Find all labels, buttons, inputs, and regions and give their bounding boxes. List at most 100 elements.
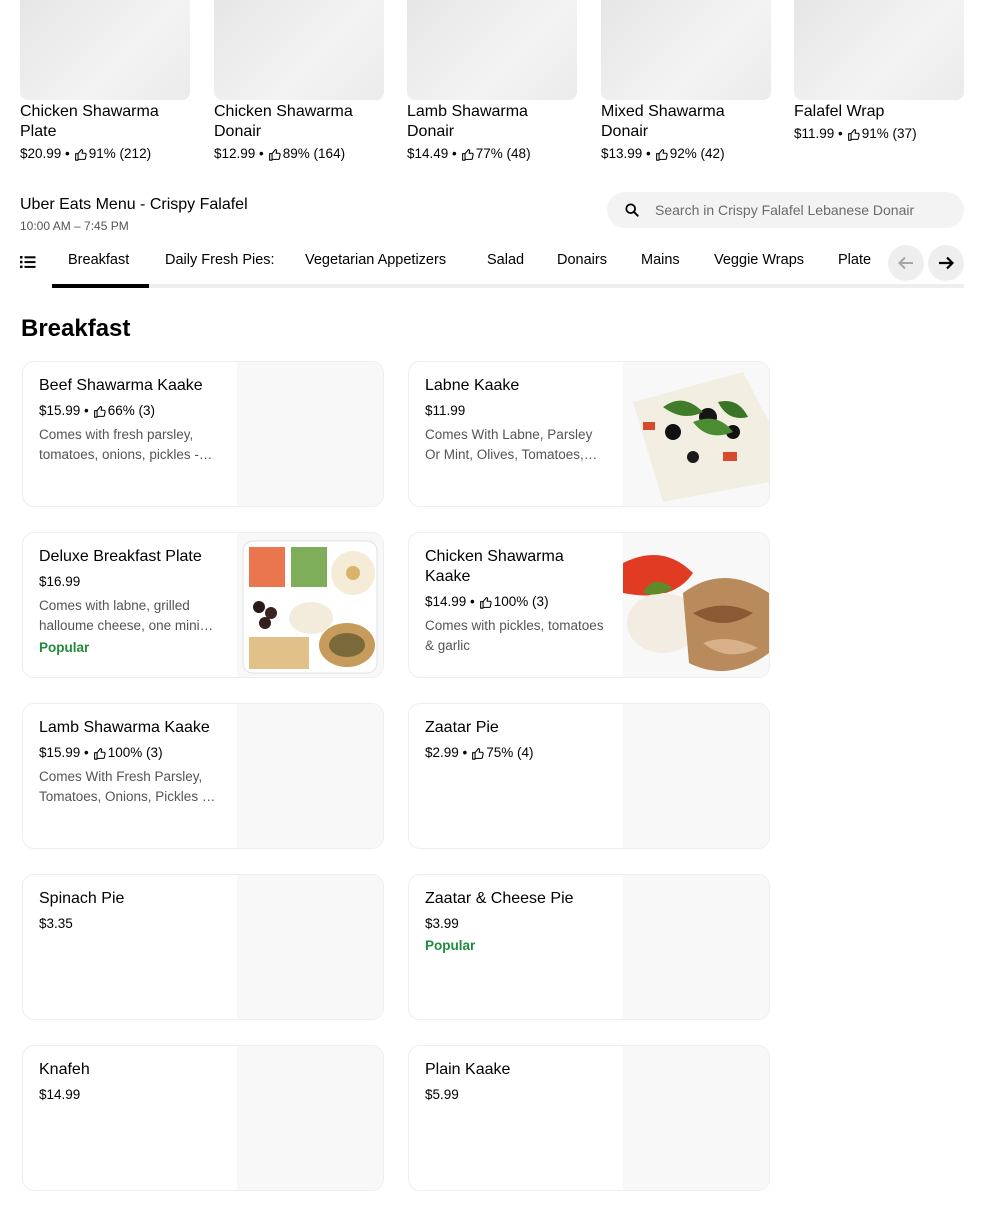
featured-item-price: $13.99: [601, 146, 643, 161]
menu-item-card[interactable]: Knafeh $14.99: [22, 1045, 384, 1191]
menu-item-image[interactable]: [237, 533, 383, 677]
menu-item-image-placeholder: [623, 875, 769, 1019]
tab-daily-fresh-pies[interactable]: Daily Fresh Pies:: [165, 251, 275, 269]
search-bar[interactable]: [607, 192, 964, 228]
tab-plate[interactable]: Plate: [838, 251, 871, 269]
tab-vegetarian-appetizers[interactable]: Vegetarian Appetizers: [305, 251, 446, 269]
tab-mains[interactable]: Mains: [641, 251, 680, 269]
menu-item-meta: $15.99 • 66% (3): [39, 401, 223, 421]
thumbs-up-icon: [268, 148, 281, 161]
tab-donairs[interactable]: Donairs: [557, 251, 607, 269]
popular-badge: Popular: [39, 640, 90, 655]
menu-item-title: Spinach Pie: [39, 890, 125, 907]
menu-item-price: $2.99: [425, 745, 459, 760]
featured-item-image[interactable]: [407, 0, 577, 100]
menu-item-card[interactable]: Zaatar & Cheese Pie $3.99 Popular: [408, 874, 770, 1020]
menu-item-description: Comes With Labne, Parsley Or Mint, Olive…: [425, 427, 593, 462]
search-icon: [625, 203, 639, 217]
menu-item-info: Zaatar & Cheese Pie $3.99 Popular: [425, 889, 609, 956]
tab-veggie-wraps[interactable]: Veggie Wraps: [714, 251, 804, 269]
thumbs-up-icon: [847, 128, 860, 141]
category-tabs: Breakfast Daily Fresh Pies: Vegetarian A…: [20, 244, 964, 290]
featured-item-price: $14.49: [407, 146, 449, 161]
menu-item-card[interactable]: Lamb Shawarma Kaake $15.99 • 100% (3) Co…: [22, 703, 384, 849]
menu-item-price: $16.99: [39, 574, 81, 589]
menu-item-image-placeholder: [623, 704, 769, 848]
featured-item-image[interactable]: [20, 0, 190, 100]
menu-item-card[interactable]: Spinach Pie $3.35: [22, 874, 384, 1020]
featured-items-row: Chicken Shawarma Plate $20.99 • 91% (212…: [20, 0, 964, 170]
menu-item-info: Lamb Shawarma Kaake $15.99 • 100% (3) Co…: [39, 718, 223, 807]
menu-item-info: Zaatar Pie $2.99 • 75% (4): [425, 718, 609, 763]
menu-item-meta: $14.99: [39, 1085, 223, 1105]
thumbs-up-icon: [655, 148, 668, 161]
menu-item-description: Comes with labne, grilled halloume chees…: [39, 598, 200, 633]
featured-item[interactable]: Chicken Shawarma Plate $20.99 • 91% (212…: [20, 0, 190, 164]
menu-item-card[interactable]: Zaatar Pie $2.99 • 75% (4): [408, 703, 770, 849]
menu-item-price: $3.35: [39, 916, 73, 931]
menu-item-price: $15.99: [39, 745, 81, 760]
featured-item[interactable]: Chicken Shawarma Donair $12.99 • 89% (16…: [214, 0, 384, 164]
menu-item-card[interactable]: Chicken Shawarma Kaake $14.99 • 100% (3)…: [408, 532, 770, 678]
menu-item-price: $14.99: [425, 594, 467, 609]
featured-item-rating: 91% (37): [861, 126, 917, 141]
scroll-right-button[interactable]: [928, 245, 964, 281]
menu-item-price: $15.99: [39, 403, 81, 418]
tab-breakfast[interactable]: Breakfast: [68, 251, 129, 269]
menu-item-image[interactable]: [623, 362, 769, 506]
menu-item-meta: $2.99 • 75% (4): [425, 743, 609, 763]
menu-item-price: $11.99: [425, 403, 466, 418]
menu-list-icon[interactable]: [20, 255, 36, 269]
featured-item-rating: 91% (212): [88, 146, 152, 161]
thumbs-up-icon: [472, 747, 484, 760]
featured-item[interactable]: Falafel Wrap $11.99 • 91% (37): [794, 0, 964, 144]
menu-item-info: Beef Shawarma Kaake $15.99 • 66% (3) Com…: [39, 376, 223, 465]
featured-item[interactable]: Lamb Shawarma Donair $14.49 • 77% (48): [407, 0, 577, 164]
menu-item-title: Zaatar Pie: [425, 719, 499, 736]
thumbs-up-icon: [479, 596, 492, 609]
featured-item-meta: $14.49 • 77% (48): [407, 144, 577, 164]
menu-item-image[interactable]: [237, 362, 383, 506]
arrow-right-icon: [939, 256, 954, 270]
thumbs-up-icon: [461, 148, 474, 161]
menu-item-card[interactable]: Beef Shawarma Kaake $15.99 • 66% (3) Com…: [22, 361, 384, 507]
breakfast-plate-illustration: [242, 540, 378, 674]
menu-item-info: Chicken Shawarma Kaake $14.99 • 100% (3)…: [425, 547, 609, 656]
tab-active-indicator: [52, 284, 149, 288]
featured-item-price: $20.99: [20, 146, 62, 161]
tab-rail: [52, 284, 964, 288]
menu-item-card[interactable]: Deluxe Breakfast Plate $16.99 Comes with…: [22, 532, 384, 678]
menu-item-title: Lamb Shawarma Kaake: [39, 719, 210, 736]
menu-item-description: Comes with pickles, tomatoes & garlic: [425, 618, 604, 653]
popular-badge: Popular: [425, 938, 476, 953]
scroll-left-button[interactable]: [888, 245, 924, 281]
tab-salad[interactable]: Salad: [487, 251, 524, 269]
menu-item-card[interactable]: Labne Kaake $11.99 Comes With Labne, Par…: [408, 361, 770, 507]
menu-item-image[interactable]: [623, 533, 769, 677]
menu-item-meta: $14.99 • 100% (3): [425, 592, 609, 612]
menu-item-price: $3.99: [425, 916, 459, 931]
section-title: Breakfast: [21, 315, 131, 342]
featured-item-meta: $11.99 • 91% (37): [794, 124, 964, 144]
featured-item[interactable]: Mixed Shawarma Donair $13.99 • 92% (42): [601, 0, 771, 164]
featured-item-rating: 89% (164): [282, 146, 346, 161]
menu-hours: 10:00 AM – 7:45 PM: [20, 219, 129, 233]
menu-item-title: Zaatar & Cheese Pie: [425, 890, 574, 907]
featured-item-image[interactable]: [794, 0, 964, 100]
featured-item-image[interactable]: [601, 0, 771, 100]
menu-item-title: Knafeh: [39, 1061, 90, 1078]
menu-item-info: Labne Kaake $11.99 Comes With Labne, Par…: [425, 376, 609, 465]
menu-item-rating: 100% (3): [107, 745, 163, 760]
menu-item-card[interactable]: Plain Kaake $5.99: [408, 1045, 770, 1191]
search-input[interactable]: [655, 202, 945, 218]
menu-item-price: $14.99: [39, 1087, 81, 1102]
menu-item-image-placeholder: [237, 704, 383, 848]
featured-item-name: Lamb Shawarma Donair: [407, 103, 528, 140]
menu-item-image-placeholder: [623, 1046, 769, 1190]
menu-item-info: Spinach Pie $3.35: [39, 889, 223, 934]
featured-item-rating: 92% (42): [669, 146, 725, 161]
menu-item-meta: $11.99: [425, 401, 609, 421]
menu-item-rating: 100% (3): [493, 594, 549, 609]
menu-item-meta: $3.99: [425, 914, 609, 934]
featured-item-image[interactable]: [214, 0, 384, 100]
